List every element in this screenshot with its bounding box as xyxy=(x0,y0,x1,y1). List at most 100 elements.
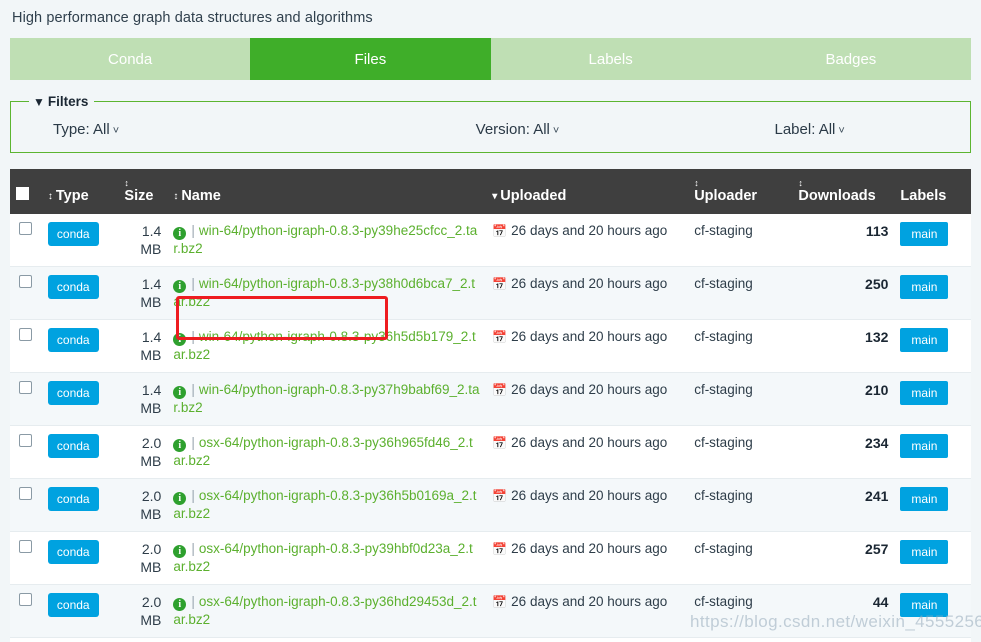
type-badge[interactable]: conda xyxy=(47,540,99,564)
row-type-cell: conda xyxy=(41,319,119,373)
row-size-cell: 1.4 MB xyxy=(118,214,168,267)
name-separator: | xyxy=(191,329,195,344)
row-type-cell: conda xyxy=(41,425,119,479)
column-header-size-label: Size xyxy=(124,188,154,204)
size-value: 1.4 MB xyxy=(140,276,162,310)
tab-conda[interactable]: Conda xyxy=(10,38,251,80)
column-header-downloads[interactable]: ↕ Downloads xyxy=(792,169,895,214)
name-separator: | xyxy=(191,594,195,609)
file-name-link[interactable]: win-64/python-igraph-0.8.3-py39he25cfcc_… xyxy=(173,223,477,256)
type-badge[interactable]: conda xyxy=(47,593,99,617)
info-icon[interactable]: i xyxy=(173,545,187,558)
file-name-link[interactable]: win-64/python-igraph-0.8.3-py36h5d5b179_… xyxy=(173,329,475,362)
sort-updown-icon[interactable]: ↕ xyxy=(798,179,888,188)
row-checkbox[interactable] xyxy=(19,381,33,394)
row-downloads-cell: 210 xyxy=(792,372,895,426)
uploaded-value: 26 days and 20 hours ago xyxy=(511,488,668,503)
tab-labels[interactable]: Labels xyxy=(490,38,731,80)
row-checkbox[interactable] xyxy=(19,593,33,606)
type-badge[interactable]: conda xyxy=(47,381,99,405)
uploaded-value: 26 days and 20 hours ago xyxy=(511,541,668,556)
info-icon[interactable]: i xyxy=(173,333,187,346)
row-checkbox[interactable] xyxy=(19,540,33,553)
type-badge[interactable]: conda xyxy=(47,222,99,246)
column-header-labels-label: Labels xyxy=(900,188,947,204)
row-labels-cell: main xyxy=(894,478,971,532)
sort-updown-icon[interactable]: ↕ xyxy=(124,179,161,188)
label-badge[interactable]: main xyxy=(900,540,949,564)
name-separator: | xyxy=(191,382,195,397)
row-downloads-cell: 46 xyxy=(792,637,895,642)
row-uploaded-cell: 📅26 days and 20 hours ago xyxy=(486,531,689,585)
row-name-cell: i | win-64/python-igraph-0.8.3-py39he25cfc… xyxy=(167,214,487,267)
column-header-uploader[interactable]: ↕ Uploader xyxy=(688,169,793,214)
column-header-type[interactable]: ↕ Type xyxy=(41,169,119,214)
label-badge[interactable]: main xyxy=(900,434,949,458)
info-icon[interactable]: i xyxy=(173,598,187,611)
row-uploaded-cell: 📅26 days and 20 hours ago xyxy=(486,425,689,479)
row-size-cell: 1.4 MB xyxy=(118,266,168,320)
tab-badges[interactable]: Badges xyxy=(730,38,971,80)
row-checkbox[interactable] xyxy=(19,487,33,500)
sort-desc-icon[interactable]: ▾ xyxy=(492,192,497,202)
row-type-cell: conda xyxy=(41,637,119,642)
column-header-uploader-label: Uploader xyxy=(694,188,758,204)
row-select-cell xyxy=(10,637,42,642)
tab-files[interactable]: Files xyxy=(250,38,491,80)
file-name-link[interactable]: win-64/python-igraph-0.8.3-py38h0d6bca7_… xyxy=(173,276,475,309)
file-name-link[interactable]: osx-64/python-igraph-0.8.3-py36h5b0169a_… xyxy=(173,488,476,521)
calendar-icon: 📅 xyxy=(492,436,508,450)
uploaded-value: 26 days and 20 hours ago xyxy=(511,435,668,450)
files-page: High performance graph data structures a… xyxy=(0,0,981,642)
filter-version[interactable]: Version: All ˅ xyxy=(368,121,668,138)
column-header-name[interactable]: ↕ Name xyxy=(167,169,487,214)
file-name-link[interactable]: win-64/python-igraph-0.8.3-py37h9babf69_… xyxy=(173,382,479,415)
info-icon[interactable]: i xyxy=(173,227,187,240)
label-badge[interactable]: main xyxy=(900,222,949,246)
uploaded-value: 26 days and 20 hours ago xyxy=(511,382,668,397)
column-header-size[interactable]: ↕ Size xyxy=(118,169,168,214)
row-size-cell: 2.0MB xyxy=(118,584,168,638)
row-checkbox[interactable] xyxy=(19,434,33,447)
row-uploader-cell: cf-staging xyxy=(688,319,793,373)
row-select-cell xyxy=(10,531,42,585)
info-icon[interactable]: i xyxy=(173,386,187,399)
type-badge[interactable]: conda xyxy=(47,328,99,352)
filter-type[interactable]: Type: All ˅ xyxy=(29,121,368,138)
row-checkbox[interactable] xyxy=(19,222,33,235)
info-icon[interactable]: i xyxy=(173,439,187,452)
filter-version-label: Version: All xyxy=(475,121,550,138)
row-checkbox[interactable] xyxy=(19,328,33,341)
type-badge[interactable]: conda xyxy=(47,275,99,299)
row-select-cell xyxy=(10,214,42,267)
info-icon[interactable]: i xyxy=(173,280,187,293)
info-icon[interactable]: i xyxy=(173,492,187,505)
select-all-checkbox[interactable] xyxy=(16,187,29,200)
label-badge[interactable]: main xyxy=(900,381,949,405)
row-checkbox[interactable] xyxy=(19,275,33,288)
file-name-link[interactable]: osx-64/python-igraph-0.8.3-py36h965fd46_… xyxy=(173,435,472,468)
row-uploader-cell: cf-staging xyxy=(688,425,793,479)
row-size-cell: 2.0MB xyxy=(118,478,168,532)
type-badge[interactable]: conda xyxy=(47,487,99,511)
label-badge[interactable]: main xyxy=(900,487,949,511)
label-badge[interactable]: main xyxy=(900,593,949,617)
filter-label[interactable]: Label: All ˅ xyxy=(667,121,952,138)
type-badge[interactable]: conda xyxy=(47,434,99,458)
column-header-uploaded[interactable]: ▾ Uploaded xyxy=(486,169,689,214)
row-type-cell: conda xyxy=(41,531,119,585)
sort-updown-icon[interactable]: ↕ xyxy=(694,179,786,188)
sort-updown-icon[interactable]: ↕ xyxy=(48,192,53,202)
file-name-link[interactable]: osx-64/python-igraph-0.8.3-py39hbf0d23a_… xyxy=(173,541,472,574)
table-row: conda 2.0MB i |osx-64/python-igraph-0.8.3-p… xyxy=(10,425,971,479)
label-badge[interactable]: main xyxy=(900,275,949,299)
name-separator: | xyxy=(191,488,195,503)
table-row: conda 1.4 MB i | win-64/python-igraph-0.8.3-p… xyxy=(10,319,971,373)
label-badge[interactable]: main xyxy=(900,328,949,352)
filter-type-label: Type: All xyxy=(53,121,110,138)
column-header-labels: Labels xyxy=(894,169,971,214)
file-name-link[interactable]: osx-64/python-igraph-0.8.3-py36hd29453d_… xyxy=(173,594,476,627)
size-value: 1.4 MB xyxy=(140,329,162,363)
sort-updown-icon[interactable]: ↕ xyxy=(173,192,178,202)
column-header-uploaded-label: Uploaded xyxy=(500,188,567,204)
